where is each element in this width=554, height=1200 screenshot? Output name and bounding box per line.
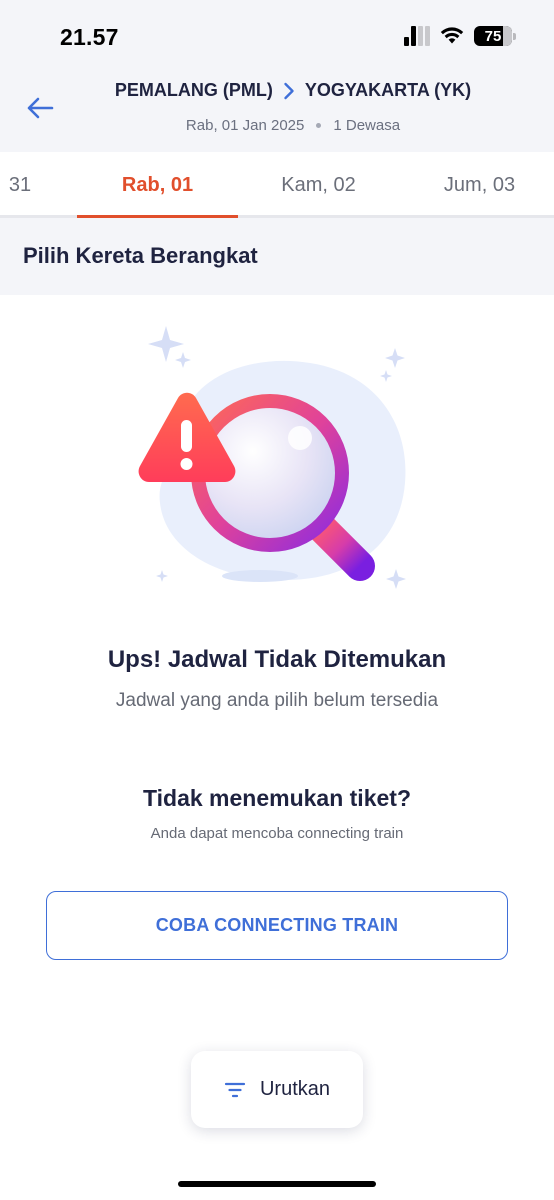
date-tabs: 31 Rab, 01 Kam, 02 Jum, 03 [0, 152, 554, 218]
home-indicator[interactable] [178, 1181, 376, 1187]
section-header: Pilih Kereta Berangkat [0, 218, 554, 295]
battery-icon: 75 [474, 26, 512, 46]
try-connecting-train-button[interactable]: COBA CONNECTING TRAIN [46, 891, 508, 960]
trip-date: Rab, 01 Jan 2025 [185, 117, 305, 134]
chevron-right-icon [283, 82, 295, 100]
route-title: PEMALANG (PML) YOGYAKARTA (YK) [0, 80, 554, 101]
status-time: 21.57 [60, 24, 119, 50]
trip-details: Rab, 01 Jan 2025 1 Dewasa [0, 117, 554, 134]
sort-button[interactable]: Urutkan [191, 1051, 363, 1128]
suggestion-title: Tidak menemukan tiket? [143, 785, 411, 811]
magnifier-warning-icon [138, 326, 406, 589]
tab-date-01[interactable]: Rab, 01 [77, 152, 238, 218]
destination-station: YOGYAKARTA (YK) [304, 80, 472, 100]
section-title: Pilih Kereta Berangkat [23, 243, 258, 268]
filter-lines-icon [224, 1082, 246, 1097]
origin-station: PEMALANG (PML) [114, 80, 273, 100]
status-icons: 75 [404, 26, 516, 46]
tab-date-02[interactable]: Kam, 02 [238, 152, 399, 218]
route-header: PEMALANG (PML) YOGYAKARTA (YK) Rab, 01 J… [0, 66, 554, 152]
empty-state-title: Ups! Jadwal Tidak Ditemukan [107, 646, 447, 673]
passenger-count: 1 Dewasa [333, 117, 401, 134]
sort-label: Urutkan [259, 1078, 331, 1100]
tab-date-03[interactable]: Jum, 03 [399, 152, 554, 218]
wifi-icon [440, 27, 464, 44]
separator-dot [316, 123, 322, 128]
cellular-signal-icon [404, 26, 430, 46]
tab-date-31[interactable]: 31 [0, 152, 60, 218]
status-bar: 21.57 75 [0, 0, 554, 66]
empty-state-subtitle: Jadwal yang anda pilih belum tersedia [115, 690, 439, 711]
suggestion-subtitle: Anda dapat mencoba connecting train [150, 825, 404, 842]
battery-level: 75 [484, 27, 502, 45]
